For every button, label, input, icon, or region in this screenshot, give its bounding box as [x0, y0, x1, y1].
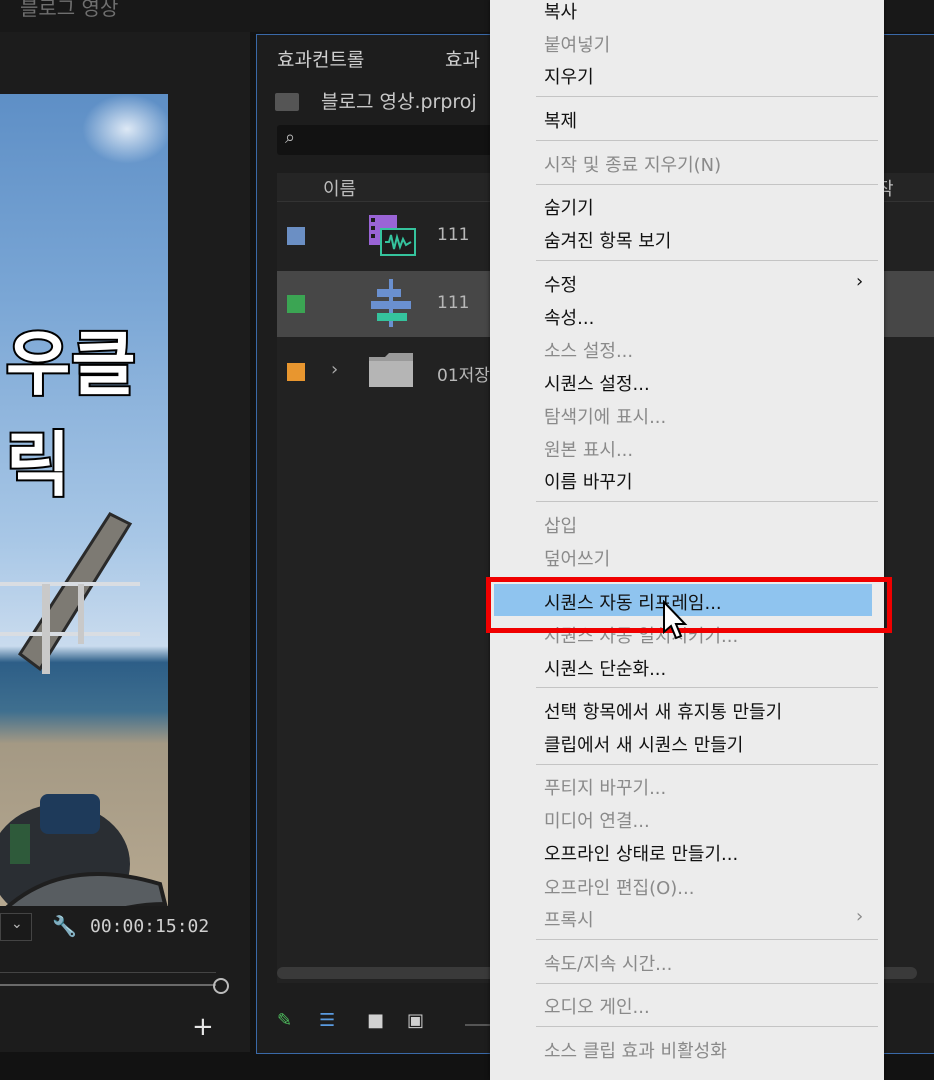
- menu-item-view-hidden[interactable]: 숨겨진 항목 보기: [544, 227, 671, 253]
- menu-item-rename[interactable]: 이름 바꾸기: [544, 468, 633, 494]
- column-name-header[interactable]: 이름: [323, 175, 356, 201]
- duration-timecode[interactable]: 00:00:15:02: [90, 916, 209, 937]
- menu-item-reveal-original[interactable]: 원본 표시...: [544, 436, 633, 462]
- context-menu: 복사 붙여넣기 지우기 복제 시작 및 종료 지우기(N) 숨기기 숨겨진 항목…: [490, 0, 884, 1080]
- menu-item-overwrite[interactable]: 덮어쓰기: [544, 545, 610, 571]
- menu-item-hide[interactable]: 숨기기: [544, 194, 594, 220]
- menu-item-clear[interactable]: 지우기: [544, 63, 594, 89]
- search-input[interactable]: ⌕: [277, 125, 517, 155]
- menu-separator: [536, 140, 878, 141]
- menu-item-reveal-in-explorer[interactable]: 탐색기에 표시...: [544, 403, 666, 429]
- list-view-icon[interactable]: ☰: [319, 1010, 335, 1031]
- menu-item-new-bin-from-selection[interactable]: 선택 항목에서 새 휴지통 만들기: [544, 698, 782, 724]
- menu-separator: [536, 260, 878, 261]
- menu-item-source-settings[interactable]: 소스 설정...: [544, 337, 633, 363]
- menu-item-new-sequence-from-clip[interactable]: 클립에서 새 시퀀스 만들기: [544, 731, 743, 757]
- project-bin-icon: [275, 93, 299, 111]
- scrub-bar[interactable]: [0, 984, 216, 986]
- window-title: 블로그 영상: [20, 0, 119, 20]
- sequence-icon: [369, 215, 416, 256]
- camping-bag-graphic: [0, 794, 168, 906]
- menu-separator: [536, 501, 878, 502]
- mouse-pointer-icon: [663, 600, 688, 640]
- menu-separator: [536, 939, 878, 940]
- menu-separator: [536, 184, 878, 185]
- menu-item-audio-gain[interactable]: 오디오 게인...: [544, 993, 650, 1019]
- project-file-name: 블로그 영상.prproj: [321, 91, 477, 113]
- submenu-arrow-icon: ›: [856, 271, 864, 292]
- label-color-swatch[interactable]: [287, 295, 305, 313]
- program-monitor-panel: 우클릭 ⌄ 🔧 00:00:15:02 +: [0, 32, 250, 1052]
- menu-item-make-offline[interactable]: 오프라인 상태로 만들기...: [544, 840, 738, 866]
- wrench-settings-icon[interactable]: 🔧: [52, 914, 77, 938]
- menu-separator: [536, 1026, 878, 1027]
- tab-effect-controls[interactable]: 효과컨트롤: [277, 45, 364, 72]
- project-panel-toolbar: ✎ ☰ ■ ▣: [277, 1010, 495, 1038]
- menu-item-replace-footage[interactable]: 푸티지 바꾸기...: [544, 774, 666, 800]
- freeform-view-icon[interactable]: ▣: [407, 1010, 424, 1031]
- folder-icon: [369, 353, 413, 387]
- menu-item-modify[interactable]: 수정: [544, 271, 577, 297]
- zoom-level-dropdown[interactable]: ⌄: [0, 913, 32, 941]
- icon-view-icon[interactable]: ■: [367, 1010, 384, 1031]
- chevron-down-icon: ⌄: [11, 916, 23, 932]
- time-ruler[interactable]: [0, 964, 216, 973]
- preview-overlay-text: 우클릭: [4, 321, 138, 508]
- menu-separator: [536, 687, 878, 688]
- item-name: 01저장: [437, 366, 490, 386]
- beach-chair-graphic: [0, 512, 140, 674]
- expand-chevron-icon[interactable]: ›: [331, 359, 338, 380]
- menu-item-edit-offline[interactable]: 오프라인 편집(O)...: [544, 874, 694, 900]
- menu-item-speed-duration[interactable]: 속도/지속 시간...: [544, 950, 672, 976]
- menu-separator: [536, 764, 878, 765]
- submenu-arrow-icon: ›: [856, 906, 864, 927]
- menu-item-link-media[interactable]: 미디어 연결...: [544, 807, 650, 833]
- menu-item-insert[interactable]: 삽입: [544, 512, 577, 538]
- item-name: 111: [437, 225, 470, 245]
- menu-item-duplicate[interactable]: 복제: [544, 107, 577, 133]
- label-color-swatch[interactable]: [287, 227, 305, 245]
- pencil-icon[interactable]: ✎: [277, 1010, 292, 1031]
- video-preview[interactable]: 우클릭: [0, 94, 168, 906]
- add-button[interactable]: +: [192, 1012, 214, 1042]
- search-icon: ⌕: [285, 127, 296, 148]
- menu-item-sequence-settings[interactable]: 시퀀스 설정...: [544, 370, 650, 396]
- cloud-graphic: [82, 94, 168, 164]
- menu-separator: [536, 96, 878, 97]
- multicam-sequence-icon: [371, 279, 411, 327]
- out-point-handle[interactable]: [213, 978, 229, 994]
- menu-item-disable-masterclip-effects[interactable]: 소스 클립 효과 비활성화: [544, 1037, 727, 1063]
- menu-item-simplify-sequence[interactable]: 시퀀스 단순화...: [544, 655, 666, 681]
- menu-item-proxy[interactable]: 프록시: [544, 906, 594, 932]
- menu-item-copy[interactable]: 복사: [544, 0, 577, 24]
- tab-effects[interactable]: 효과: [445, 45, 480, 72]
- menu-item-paste[interactable]: 붙여넣기: [544, 31, 610, 57]
- menu-item-clear-in-out[interactable]: 시작 및 종료 지우기(N): [544, 151, 721, 177]
- menu-separator: [536, 983, 878, 984]
- label-color-swatch[interactable]: [287, 363, 305, 381]
- menu-item-properties[interactable]: 속성...: [544, 304, 594, 330]
- item-name: 111: [437, 293, 470, 313]
